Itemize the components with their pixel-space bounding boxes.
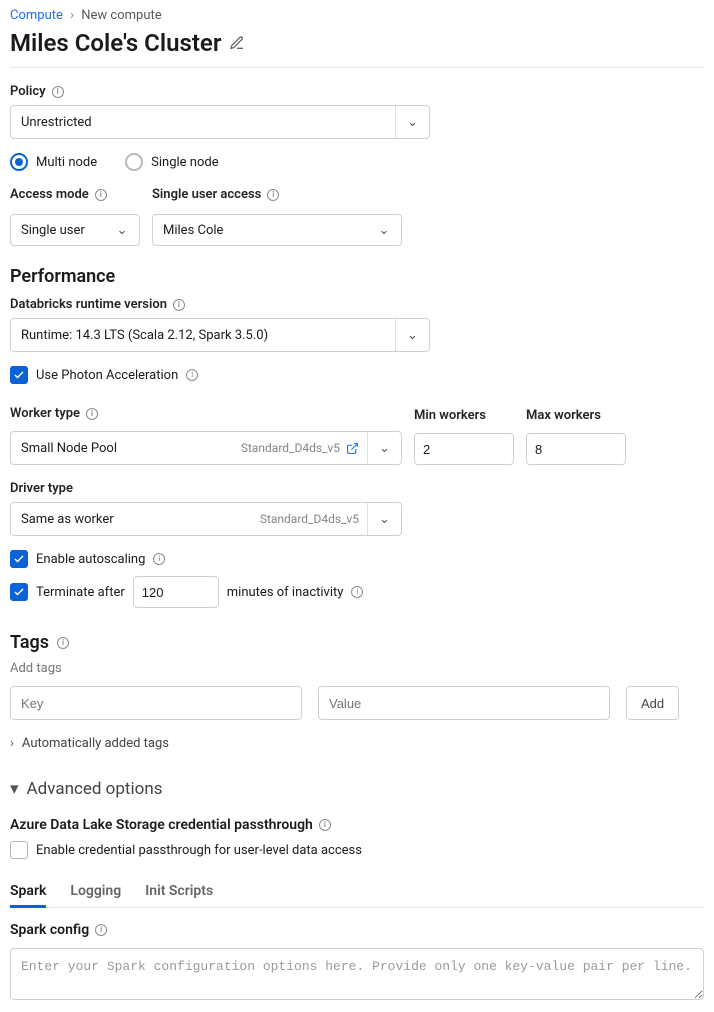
policy-value: Unrestricted bbox=[21, 115, 92, 130]
driver-type-label: Driver type bbox=[10, 481, 704, 496]
runtime-label-text: Databricks runtime version bbox=[10, 297, 167, 312]
single-user-value: Miles Cole bbox=[163, 223, 223, 238]
driver-type-name: Same as worker bbox=[21, 512, 114, 527]
chevron-down-icon: ⌄ bbox=[367, 215, 401, 245]
radio-single-label: Single node bbox=[151, 155, 218, 170]
single-user-label-text: Single user access bbox=[152, 187, 261, 202]
performance-heading: Performance bbox=[10, 266, 704, 287]
chevron-down-icon: ⌄ bbox=[367, 432, 401, 464]
driver-type-label-text: Driver type bbox=[10, 481, 73, 496]
info-icon[interactable]: i bbox=[95, 189, 107, 201]
radio-single-node[interactable]: Single node bbox=[125, 153, 218, 171]
auto-tags-label: Automatically added tags bbox=[22, 736, 169, 751]
breadcrumb: Compute › New compute bbox=[10, 8, 704, 23]
adls-passthrough-checkbox[interactable] bbox=[10, 841, 28, 859]
terminate-checkbox[interactable] bbox=[10, 583, 28, 601]
spark-config-textarea[interactable] bbox=[10, 948, 704, 1000]
chevron-right-icon: › bbox=[10, 736, 14, 751]
add-tag-button[interactable]: Add bbox=[626, 686, 679, 720]
driver-type-sku: Standard_D4ds_v5 bbox=[260, 512, 365, 526]
tags-heading-text: Tags bbox=[10, 632, 49, 653]
worker-type-name: Small Node Pool bbox=[21, 441, 117, 456]
tab-logging[interactable]: Logging bbox=[70, 875, 121, 907]
driver-type-select[interactable]: Same as worker Standard_D4ds_v5 ⌄ bbox=[10, 502, 402, 536]
policy-select[interactable]: Unrestricted ⌄ bbox=[10, 105, 430, 139]
external-link-icon[interactable] bbox=[346, 442, 359, 455]
runtime-value: Runtime: 14.3 LTS (Scala 2.12, Spark 3.5… bbox=[21, 328, 268, 343]
chevron-right-icon: › bbox=[70, 8, 74, 23]
info-icon[interactable]: i bbox=[351, 586, 363, 598]
info-icon[interactable]: i bbox=[186, 369, 198, 381]
worker-type-label: Worker type i bbox=[10, 406, 402, 421]
adls-passthrough-label: Enable credential passthrough for user-l… bbox=[36, 843, 362, 858]
terminate-minutes-input[interactable] bbox=[133, 576, 219, 608]
radio-icon bbox=[125, 153, 143, 171]
tags-heading: Tags i bbox=[10, 632, 704, 653]
access-mode-label-text: Access mode bbox=[10, 187, 89, 202]
breadcrumb-current: New compute bbox=[81, 8, 161, 23]
info-icon[interactable]: i bbox=[95, 924, 107, 936]
max-workers-label: Max workers bbox=[526, 408, 626, 423]
terminate-label: Terminate after bbox=[36, 585, 125, 600]
tab-spark[interactable]: Spark bbox=[10, 875, 46, 907]
worker-type-sku: Standard_D4ds_v5 bbox=[241, 441, 365, 455]
auto-tags-expander[interactable]: › Automatically added tags bbox=[10, 736, 704, 751]
tag-key-input[interactable] bbox=[10, 686, 302, 720]
page-title: Miles Cole's Cluster bbox=[10, 29, 221, 57]
adls-heading: Azure Data Lake Storage credential passt… bbox=[10, 817, 704, 833]
autoscale-label: Enable autoscaling bbox=[36, 552, 145, 567]
chevron-down-icon: ⌄ bbox=[395, 106, 429, 138]
advanced-options-expander[interactable]: ▾ Advanced options bbox=[10, 779, 704, 799]
photon-label: Use Photon Acceleration bbox=[36, 368, 178, 383]
radio-multi-label: Multi node bbox=[36, 155, 97, 170]
worker-type-label-text: Worker type bbox=[10, 406, 80, 421]
max-workers-input[interactable] bbox=[526, 433, 626, 465]
min-workers-label: Min workers bbox=[414, 408, 514, 423]
info-icon[interactable]: i bbox=[153, 553, 165, 565]
policy-label-text: Policy bbox=[10, 84, 46, 99]
info-icon[interactable]: i bbox=[57, 637, 69, 649]
chevron-down-icon: ⌄ bbox=[105, 215, 139, 245]
min-workers-input[interactable] bbox=[414, 433, 514, 465]
access-mode-value: Single user bbox=[21, 223, 85, 238]
info-icon[interactable]: i bbox=[86, 408, 98, 420]
tag-value-input[interactable] bbox=[318, 686, 610, 720]
worker-sku-text: Standard_D4ds_v5 bbox=[241, 441, 340, 455]
single-user-label: Single user access i bbox=[152, 187, 412, 202]
chevron-down-icon: ⌄ bbox=[395, 319, 429, 351]
policy-label: Policy i bbox=[10, 84, 704, 99]
divider bbox=[10, 67, 704, 68]
spark-config-label: Spark config i bbox=[10, 922, 704, 938]
terminate-suffix: minutes of inactivity bbox=[227, 585, 344, 600]
runtime-version-label: Databricks runtime version i bbox=[10, 297, 704, 312]
radio-icon bbox=[10, 153, 28, 171]
info-icon[interactable]: i bbox=[319, 819, 331, 831]
breadcrumb-root[interactable]: Compute bbox=[10, 8, 63, 23]
worker-type-select[interactable]: Small Node Pool Standard_D4ds_v5 ⌄ bbox=[10, 431, 402, 465]
info-icon[interactable]: i bbox=[52, 86, 64, 98]
adls-heading-text: Azure Data Lake Storage credential passt… bbox=[10, 817, 313, 833]
info-icon[interactable]: i bbox=[267, 189, 279, 201]
radio-multi-node[interactable]: Multi node bbox=[10, 153, 97, 171]
chevron-down-icon: ▾ bbox=[10, 779, 19, 799]
advanced-heading-text: Advanced options bbox=[27, 779, 163, 799]
spark-config-label-text: Spark config bbox=[10, 922, 89, 938]
advanced-tabs: Spark Logging Init Scripts bbox=[10, 875, 704, 908]
tab-init-scripts[interactable]: Init Scripts bbox=[145, 875, 213, 907]
info-icon[interactable]: i bbox=[173, 299, 185, 311]
access-mode-select[interactable]: Single user ⌄ bbox=[10, 214, 140, 246]
node-mode-group: Multi node Single node bbox=[10, 153, 704, 171]
chevron-down-icon: ⌄ bbox=[367, 503, 401, 535]
single-user-select[interactable]: Miles Cole ⌄ bbox=[152, 214, 402, 246]
runtime-select[interactable]: Runtime: 14.3 LTS (Scala 2.12, Spark 3.5… bbox=[10, 318, 430, 352]
photon-checkbox[interactable] bbox=[10, 366, 28, 384]
edit-icon[interactable] bbox=[229, 35, 245, 51]
add-tags-text: Add tags bbox=[10, 661, 704, 676]
access-mode-label: Access mode i bbox=[10, 187, 140, 202]
autoscale-checkbox[interactable] bbox=[10, 550, 28, 568]
page-title-row: Miles Cole's Cluster bbox=[10, 29, 704, 57]
